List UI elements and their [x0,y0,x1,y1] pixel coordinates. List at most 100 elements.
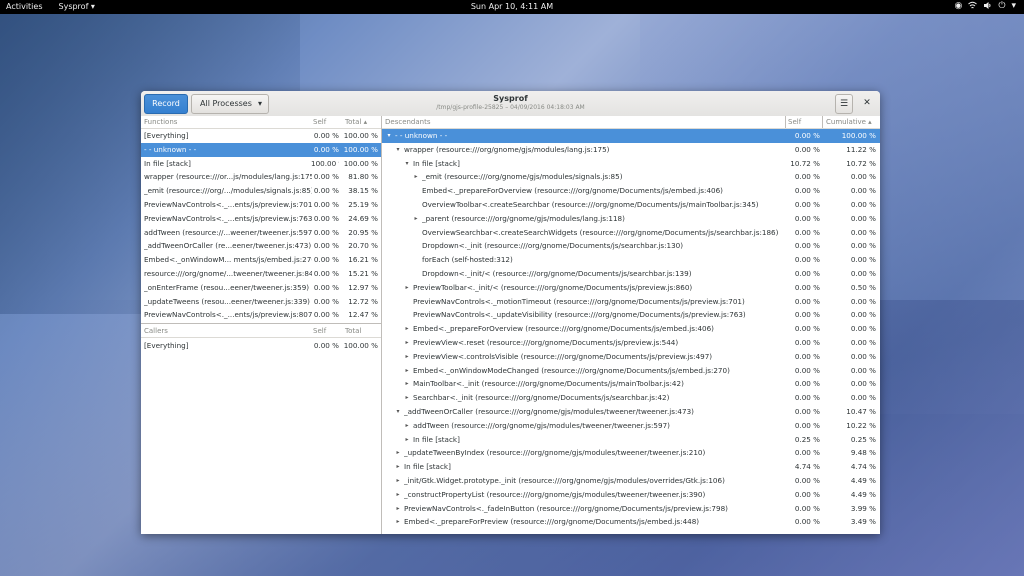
expander-closed-icon[interactable]: ▸ [394,474,402,488]
self-column-header[interactable]: Self [313,116,326,128]
cumulative-column-header[interactable]: Cumulative ▴ [826,116,872,128]
menu-button[interactable]: ☰ [835,94,853,114]
expander-closed-icon[interactable]: ▸ [394,502,402,516]
function-row[interactable]: _onEnterFrame (resou...eener/tweener.js:… [141,281,381,295]
descendant-self: 0.00 % [794,324,820,334]
descendant-self: 0.00 % [794,144,820,154]
function-row[interactable]: PreviewNavControls<._...ents/js/preview.… [141,198,381,212]
descendant-row[interactable]: Embed<._prepareForOverview (resource:///… [382,184,880,198]
descendant-row[interactable]: ▸ _init/Gtk.Widget.prototype._init (resou… [382,474,880,488]
descendant-row[interactable]: ▾ In file [stack] 10.72 % 10.72 % [382,157,880,171]
expander-closed-icon[interactable]: ▸ [403,433,411,447]
descendant-self: 0.00 % [794,255,820,265]
function-row[interactable]: _emit (resource:///org/.../modules/signa… [141,184,381,198]
pane-divider[interactable] [141,323,381,324]
expander-open-icon[interactable]: ▾ [403,157,411,171]
descendant-name: wrapper (resource:///org/gnome/gjs/modul… [404,144,610,154]
function-row[interactable]: PreviewNavControls<._...ents/js/preview.… [141,308,381,322]
expander-closed-icon[interactable]: ▸ [394,446,402,460]
function-row[interactable]: - - unknown - - 0.00 % 100.00 % [141,142,381,157]
descendant-row[interactable]: Dropdown<._init/< (resource:///org/gnome… [382,267,880,281]
function-row[interactable]: Embed<._onWindowM... ments/js/embed.js:2… [141,253,381,267]
descendant-row[interactable]: ▸ _emit (resource:///org/gnome/gjs/module… [382,170,880,184]
descendant-row[interactable]: ▾ - - unknown - - 0.00 % 100.00 % [382,129,880,143]
function-total: 12.47 % [348,310,378,320]
expander-closed-icon[interactable]: ▸ [403,322,411,336]
function-row[interactable]: wrapper (resource:///or...js/modules/lan… [141,170,381,184]
descendant-row[interactable]: ▸ PreviewNavControls<._fadeInButton (reso… [382,502,880,516]
descendant-cumulative: 0.00 % [850,186,876,196]
descendant-row[interactable]: ▸ _updateTweenByIndex (resource:///org/gn… [382,446,880,460]
function-row[interactable]: _addTweenOrCaller (re...eener/tweener.js… [141,239,381,253]
callers-column-header[interactable]: Callers [144,325,168,337]
descendant-row[interactable]: ▸ Searchbar<._init (resource:///org/gnome… [382,391,880,405]
descendant-row[interactable]: ▸ _constructPropertyList (resource:///org… [382,488,880,502]
expander-closed-icon[interactable]: ▸ [403,336,411,350]
total-column-header[interactable]: Total [345,325,361,337]
descendant-row[interactable]: PreviewNavControls<._updateVisibility (r… [382,308,880,322]
expander-closed-icon[interactable]: ▸ [403,419,411,433]
expander-closed-icon[interactable]: ▸ [394,460,402,474]
descendant-row[interactable]: ▸ PreviewView<.controlsVisible (resource:… [382,350,880,364]
expander-closed-icon[interactable]: ▸ [412,170,420,184]
expander-closed-icon[interactable]: ▸ [403,391,411,405]
accessibility-icon[interactable]: ◉ [954,1,962,13]
record-button[interactable]: Record [144,94,188,114]
expander-closed-icon[interactable]: ▸ [394,488,402,502]
descendant-name: PreviewNavControls<._motionTimeout (reso… [413,296,745,306]
descendant-row[interactable]: ▾ wrapper (resource:///org/gnome/gjs/modu… [382,143,880,157]
expander-open-icon[interactable]: ▾ [394,405,402,419]
function-row[interactable]: _updateTweens (resou...eener/tweener.js:… [141,295,381,309]
function-total: 12.72 % [348,296,378,306]
function-row[interactable]: In file [stack] 100.00 % 100.00 % [141,157,381,171]
function-row[interactable]: [Everything] 0.00 % 100.00 % [141,129,381,143]
descendant-name: PreviewNavControls<._updateVisibility (r… [413,310,746,320]
descendant-row[interactable]: Dropdown<._init (resource:///org/gnome/D… [382,239,880,253]
descendant-row[interactable]: ▸ MainToolbar<._init (resource:///org/gno… [382,377,880,391]
functions-column-header[interactable]: Functions [144,116,177,128]
expander-closed-icon[interactable]: ▸ [412,212,420,226]
close-icon: ✕ [863,98,871,108]
system-status-area[interactable]: ◉ ⏻ ▾ [954,1,1016,13]
function-row[interactable]: resource:///org/gnome/...tweener/tweener… [141,267,381,281]
descendant-cumulative: 0.00 % [850,379,876,389]
descendant-row[interactable]: ▸ Embed<._prepareForOverview (resource://… [382,322,880,336]
descendant-row[interactable]: ▸ PreviewToolbar<._init/< (resource:///or… [382,281,880,295]
expander-closed-icon[interactable]: ▸ [403,350,411,364]
descendant-name: Searchbar<._init (resource:///org/gnome/… [413,393,670,403]
self-column-header[interactable]: Self [313,325,326,337]
descendant-row[interactable]: ▸ In file [stack] 4.74 % 4.74 % [382,460,880,474]
descendant-cumulative: 0.00 % [850,296,876,306]
descendant-cumulative: 0.00 % [850,213,876,223]
descendant-cumulative: 100.00 % [841,131,876,140]
expander-closed-icon[interactable]: ▸ [403,377,411,391]
caller-row[interactable]: [Everything] 0.00 % 100.00 % [141,339,381,353]
descendant-row[interactable]: PreviewNavControls<._motionTimeout (reso… [382,295,880,309]
descendant-row[interactable]: ▸ In file [stack] 0.25 % 0.25 % [382,433,880,447]
self-column-header[interactable]: Self [788,116,801,128]
descendant-self: 0.00 % [794,365,820,375]
clock[interactable]: Sun Apr 10, 4:11 AM [0,2,1024,11]
expander-open-icon[interactable]: ▾ [385,129,393,143]
function-name: _addTweenOrCaller (re...eener/tweener.js… [144,241,312,251]
expander-closed-icon[interactable]: ▸ [403,364,411,378]
expander-closed-icon[interactable]: ▸ [403,281,411,295]
function-row[interactable]: addTween (resource://...weener/tweener.j… [141,226,381,240]
descendant-row[interactable]: forEach (self-hosted:312) 0.00 % 0.00 % [382,253,880,267]
expander-open-icon[interactable]: ▾ [394,143,402,157]
function-row[interactable]: PreviewNavControls<._...ents/js/preview.… [141,212,381,226]
descendant-row[interactable]: ▸ _parent (resource:///org/gnome/gjs/modu… [382,212,880,226]
descendant-row[interactable]: OverviewToolbar<.createSearchbar (resour… [382,198,880,212]
descendants-column-header[interactable]: Descendants [385,116,431,128]
close-button[interactable]: ✕ [859,94,875,112]
total-column-header[interactable]: Total ▴ [345,116,367,128]
descendant-row[interactable]: ▸ Embed<._onWindowModeChanged (resource:/… [382,364,880,378]
descendant-row[interactable]: ▸ addTween (resource:///org/gnome/gjs/mod… [382,419,880,433]
expander-closed-icon[interactable]: ▸ [394,515,402,529]
descendant-row[interactable]: ▸ Embed<._prepareForPreview (resource:///… [382,515,880,529]
descendant-row[interactable]: ▾ _addTweenOrCaller (resource:///org/gnom… [382,405,880,419]
process-selector[interactable]: All Processes ▾ [191,94,269,114]
descendant-row[interactable]: ▸ PreviewView<.reset (resource:///org/gno… [382,336,880,350]
descendant-self: 0.00 % [794,393,820,403]
descendant-row[interactable]: OverviewSearchbar<.createSearchWidgets (… [382,226,880,240]
